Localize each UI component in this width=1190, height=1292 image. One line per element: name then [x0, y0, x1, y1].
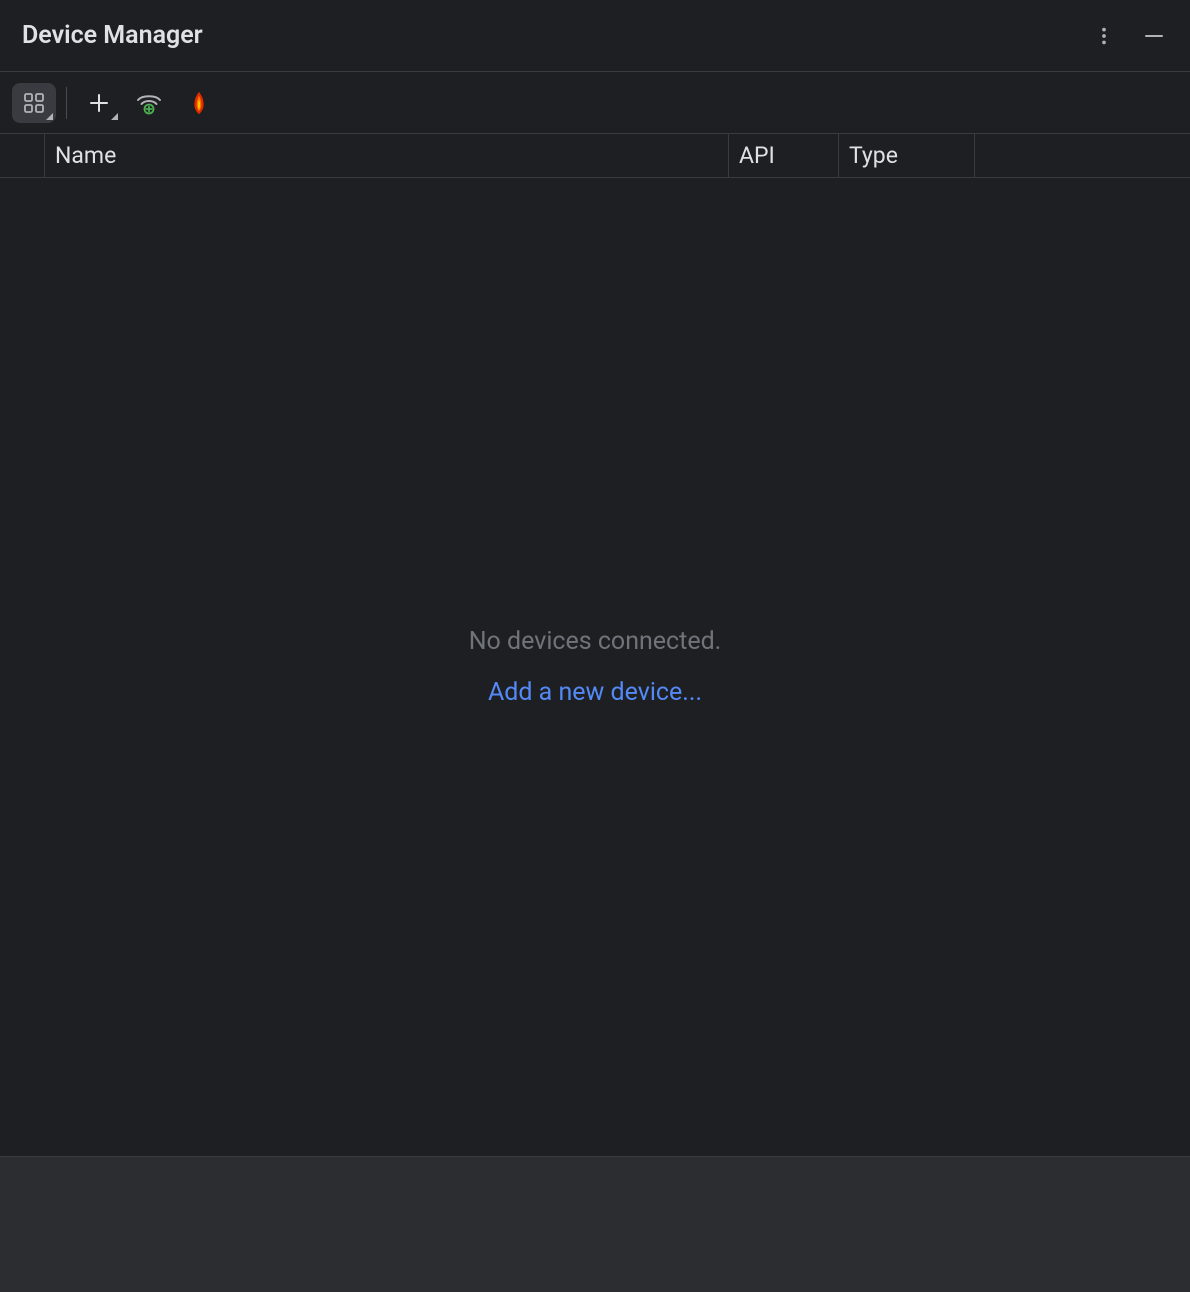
firebase-flame-icon [187, 90, 211, 116]
toolbar-separator [66, 87, 67, 119]
dropdown-indicator-icon [46, 113, 53, 120]
column-header-name[interactable]: Name [44, 134, 728, 177]
header-actions [1086, 18, 1172, 54]
column-header-api[interactable]: API [728, 134, 838, 177]
table-header-row: Name API Type [0, 134, 1190, 178]
panel-header: Device Manager [0, 0, 1190, 72]
panel-footer [0, 1156, 1190, 1292]
more-options-button[interactable] [1086, 18, 1122, 54]
empty-state: No devices connected. Add a new device..… [0, 178, 1190, 1156]
device-explorer-button[interactable] [12, 83, 56, 123]
minimize-icon [1142, 24, 1166, 48]
column-header-type[interactable]: Type [838, 134, 974, 177]
wifi-add-icon [136, 90, 162, 116]
dropdown-indicator-icon [111, 113, 118, 120]
firebase-button[interactable] [177, 83, 221, 123]
column-header-handle[interactable] [0, 134, 44, 177]
grid-icon [22, 91, 46, 115]
minimize-button[interactable] [1136, 18, 1172, 54]
empty-state-message: No devices connected. [469, 627, 722, 656]
plus-icon [87, 91, 111, 115]
panel-title: Device Manager [22, 21, 203, 50]
column-header-actions[interactable] [974, 134, 1190, 177]
add-device-button[interactable] [77, 83, 121, 123]
add-new-device-link[interactable]: Add a new device... [488, 678, 702, 707]
pair-wifi-button[interactable] [127, 83, 171, 123]
kebab-menu-icon [1093, 25, 1115, 47]
toolbar [0, 72, 1190, 134]
